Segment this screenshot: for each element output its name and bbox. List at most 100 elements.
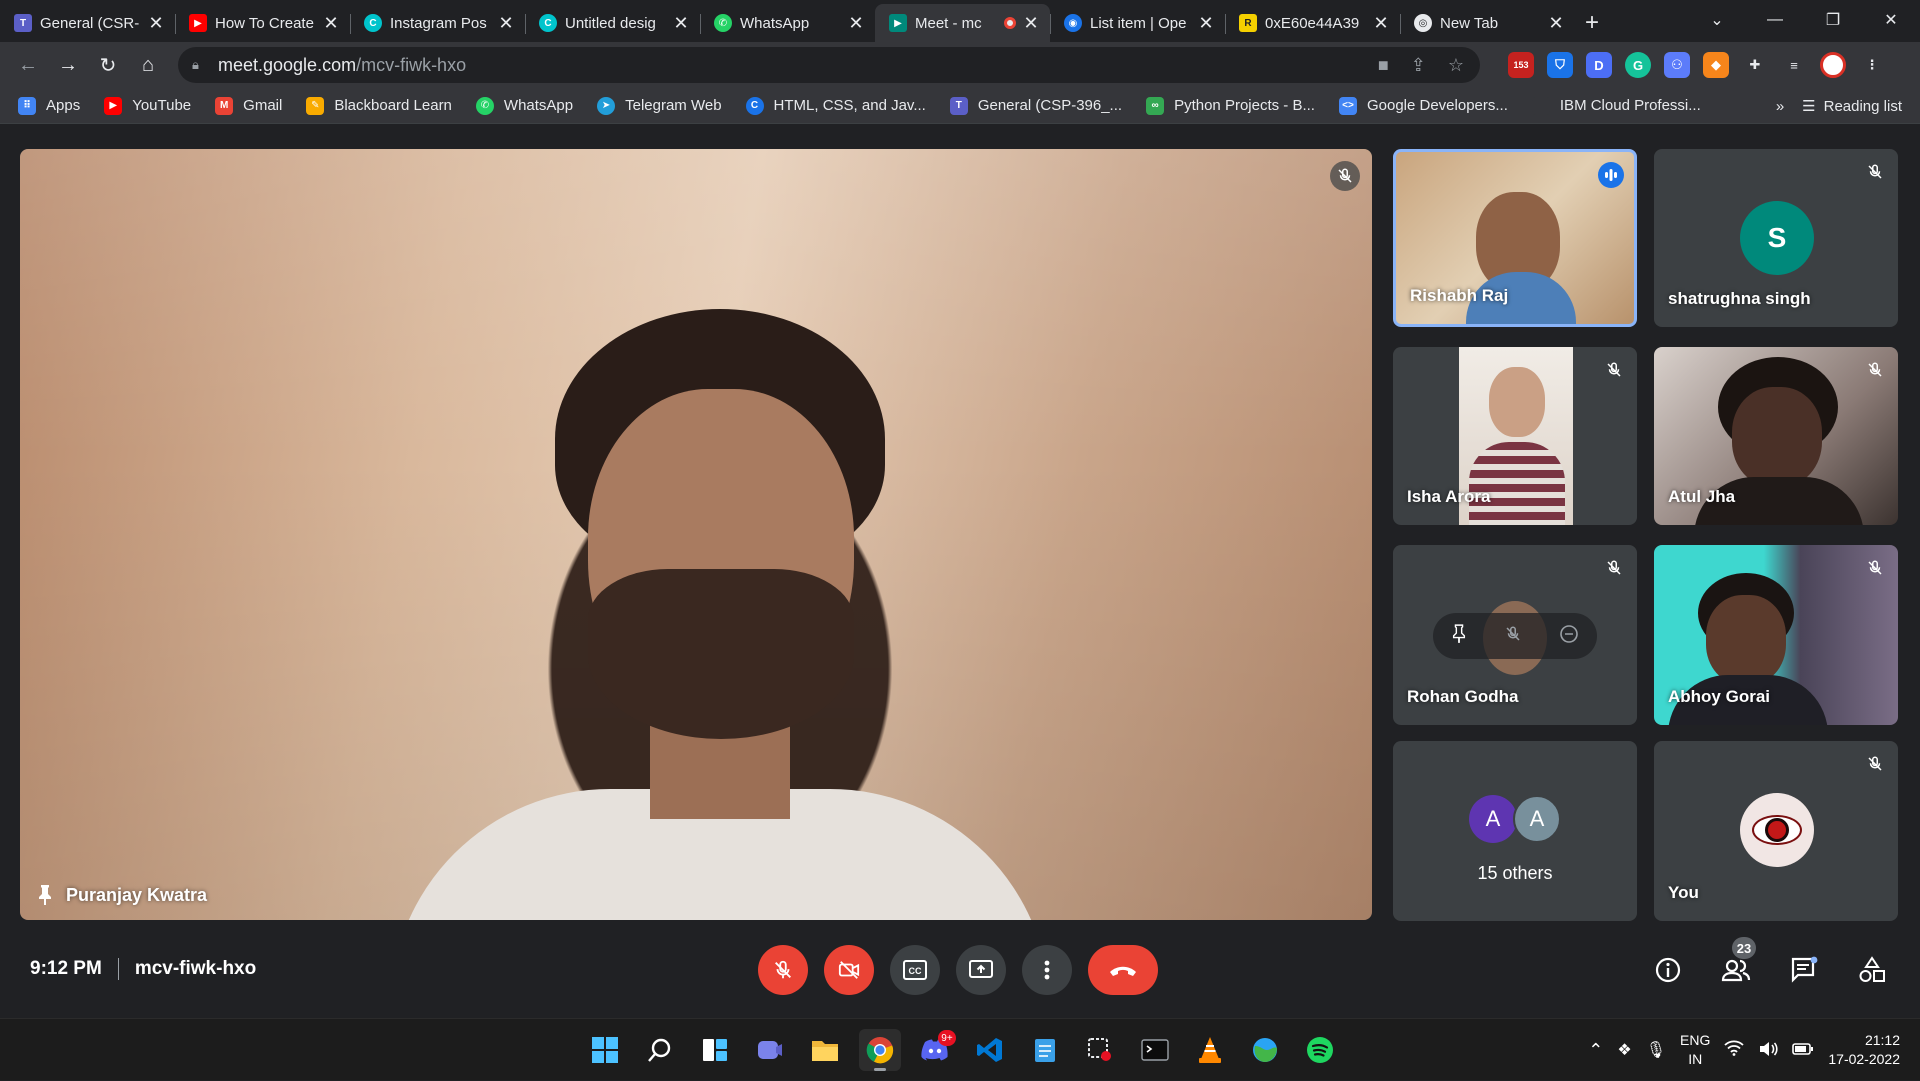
present-button[interactable] [956,945,1006,995]
close-tab-icon[interactable]: ✕ [147,13,165,34]
home-button[interactable]: ⌂ [128,47,168,83]
address-bar[interactable]: 🔒︎ meet.google.com/mcv-fiwk-hxo ■ ⇪ ☆ [178,47,1480,83]
close-tab-icon[interactable]: ✕ [1372,13,1390,34]
restore-button[interactable]: ❐ [1804,0,1862,40]
participant-name: Atul Jha [1668,487,1736,506]
browser-tab[interactable]: C Untitled desig ✕ [525,4,700,42]
terminal-button[interactable] [1134,1029,1176,1071]
browser-tab[interactable]: C Instagram Pos ✕ [350,4,525,42]
spotify-button[interactable] [1299,1029,1341,1071]
chrome-taskbar-button[interactable] [859,1029,901,1071]
dropbox-icon[interactable]: ❖ [1617,1040,1631,1060]
back-button[interactable]: ← [8,47,48,83]
bookmark-apps[interactable]: ⠿ Apps [18,96,80,115]
discord-button[interactable]: 9+ [914,1029,956,1071]
self-tile[interactable]: You [1654,741,1898,921]
close-tab-icon[interactable]: ✕ [847,13,865,34]
participant-tile[interactable]: Isha Arora [1393,347,1637,525]
camera-toggle-button[interactable] [824,945,874,995]
close-tab-icon[interactable]: ✕ [322,13,340,34]
close-window-button[interactable]: ✕ [1862,0,1920,40]
tab-search-icon[interactable]: ⌄ [1688,0,1746,40]
people-extension-icon[interactable]: ⚇ [1664,52,1690,78]
chat-button[interactable] [1784,947,1824,993]
captions-button[interactable]: CC [890,945,940,995]
browser-tab[interactable]: ◉ List item | Ope ✕ [1050,4,1225,42]
more-options-button[interactable] [1022,945,1072,995]
bookmark-whatsapp[interactable]: ✆ WhatsApp [475,96,573,115]
d-extension-icon[interactable]: D [1586,52,1612,78]
browser-tab[interactable]: ◎ New Tab ✕ [1400,4,1575,42]
language-indicator[interactable]: ENG IN [1680,1031,1710,1069]
main-video-tile[interactable]: Puranjay Kwatra [20,149,1372,920]
participant-tile[interactable]: Abhoy Gorai [1654,545,1898,725]
bookmark-ibm-cloud[interactable]: IBM Cloud Professi... [1531,96,1701,115]
meeting-details-button[interactable] [1648,947,1688,993]
minimize-button[interactable]: — [1746,0,1804,40]
clock[interactable]: 21:12 17-02-2022 [1828,1031,1900,1069]
grammarly-icon[interactable]: G [1625,52,1651,78]
activities-button[interactable] [1852,947,1892,993]
bookmark-python-projects[interactable]: ∞ Python Projects - B... [1146,96,1315,115]
task-view-button[interactable] [694,1029,736,1071]
participant-tile[interactable]: Atul Jha [1654,347,1898,525]
snipping-tool-button[interactable] [1079,1029,1121,1071]
notepad-button[interactable] [1024,1029,1066,1071]
forward-button[interactable]: → [48,47,88,83]
bookmark-html-css[interactable]: C HTML, CSS, and Jav... [745,96,926,115]
volume-icon[interactable] [1758,1041,1778,1060]
bookmark-google-developers[interactable]: <> Google Developers... [1338,96,1508,115]
puzzle-icon[interactable]: ✚ [1742,52,1768,78]
close-tab-icon[interactable]: ✕ [1022,13,1040,34]
file-explorer-button[interactable] [804,1029,846,1071]
reload-button[interactable]: ↻ [88,47,128,83]
profile-avatar[interactable] [1820,52,1846,78]
leave-call-button[interactable] [1088,945,1158,995]
teams-chat-button[interactable] [749,1029,791,1071]
close-tab-icon[interactable]: ✕ [672,13,690,34]
more-bookmarks-icon[interactable]: » [1776,98,1784,115]
reading-list-button[interactable]: ☰ Reading list [1802,97,1902,116]
pin-icon[interactable] [1451,623,1467,649]
menu-icon[interactable]: ⋮ [1859,52,1885,78]
battery-icon[interactable] [1792,1042,1814,1059]
participant-tile[interactable]: Rohan Godha [1393,545,1637,725]
search-button[interactable] [639,1029,681,1071]
browser-tab-active[interactable]: ▶ Meet - mc ✕ [875,4,1050,42]
share-icon[interactable]: ⇪ [1411,55,1426,76]
browser-tab[interactable]: R 0xE60e44A39 ✕ [1225,4,1400,42]
participant-tile[interactable]: Rishabh Raj [1393,149,1637,327]
vscode-button[interactable] [969,1029,1011,1071]
edge-button[interactable] [1244,1029,1286,1071]
bookmark-blackboard[interactable]: ✎ Blackboard Learn [306,96,452,115]
shield-icon[interactable]: ⛉ [1547,52,1573,78]
metamask-icon[interactable]: ◆ [1703,52,1729,78]
wifi-icon[interactable] [1724,1040,1744,1061]
bookmark-youtube[interactable]: ▶ YouTube [104,96,191,115]
camera-icon[interactable]: ■ [1378,55,1389,76]
remove-participant-icon[interactable] [1559,624,1579,649]
participant-tile[interactable]: S shatrughna singh [1654,149,1898,327]
people-button[interactable]: 23 [1716,937,1756,993]
bookmark-star-icon[interactable]: ☆ [1448,55,1464,76]
start-button[interactable] [584,1029,626,1071]
mute-participant-icon[interactable] [1504,625,1522,648]
others-tile[interactable]: A A 15 others [1393,741,1637,921]
media-control-icon[interactable]: ≡ [1781,52,1807,78]
bookmark-telegram[interactable]: ➤ Telegram Web [597,96,722,115]
show-hidden-icons[interactable]: ⌃ [1588,1040,1603,1061]
bookmark-teams-general[interactable]: T General (CSP-396_... [949,96,1122,115]
browser-tab[interactable]: ▶ How To Create ✕ [175,4,350,42]
bookmark-gmail[interactable]: M Gmail [215,96,282,115]
close-tab-icon[interactable]: ✕ [497,13,515,34]
mic-toggle-button[interactable] [758,945,808,995]
close-tab-icon[interactable]: ✕ [1197,13,1215,34]
pin-icon[interactable] [36,884,54,906]
extension-badge-icon[interactable]: 153 [1508,52,1534,78]
browser-tab[interactable]: ✆ WhatsApp ✕ [700,4,875,42]
microphone-icon[interactable]: 🎙︎ [1646,1040,1666,1060]
new-tab-button[interactable]: + [1575,4,1609,42]
close-tab-icon[interactable]: ✕ [1547,13,1565,34]
browser-tab[interactable]: T General (CSR- ✕ [0,4,175,42]
vlc-button[interactable] [1189,1029,1231,1071]
